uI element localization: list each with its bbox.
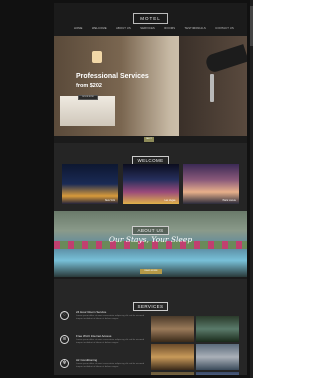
about-heading: ABOUT US bbox=[132, 226, 169, 235]
about-section: ABOUT US Our Stays, Your Sleep READ MORE bbox=[54, 211, 247, 277]
service-title: Free Wi-Fi Internet Access bbox=[76, 334, 112, 338]
service-title: Air Conditioning bbox=[76, 358, 98, 362]
welcome-section: WELCOME New York Las Vegas Paris Louvre bbox=[54, 143, 247, 211]
service-item: ≋ Free Wi-Fi Internet Access Lorem ipsum… bbox=[58, 333, 148, 357]
nav-item-welcome[interactable]: WELCOME bbox=[92, 27, 107, 30]
hero-title: Professional Services bbox=[76, 73, 149, 80]
main-nav: HOME WELCOME ABOUT US SERVICES ROOMS TES… bbox=[74, 27, 234, 30]
service-item: ✻ Air Conditioning Lorem ipsum dolor sit… bbox=[58, 357, 148, 375]
city-card-label: New York bbox=[104, 199, 115, 202]
services-section: SERVICES ♡ 24 Hour Room Service Lorem ip… bbox=[54, 279, 247, 375]
snowflake-icon: ✻ bbox=[60, 359, 69, 368]
logo-wrap: MOTEL bbox=[54, 7, 247, 25]
slider-next-button[interactable]: NEXT bbox=[144, 137, 154, 142]
nav-item-home[interactable]: HOME bbox=[74, 27, 83, 30]
wifi-icon: ≋ bbox=[60, 335, 69, 344]
nav-item-about[interactable]: ABOUT US bbox=[116, 27, 131, 30]
nav-item-rooms[interactable]: ROOMS bbox=[164, 27, 175, 30]
service-title: 24 Hour Room Service bbox=[76, 310, 107, 314]
logo[interactable]: MOTEL bbox=[133, 13, 168, 24]
gallery-image[interactable] bbox=[196, 344, 239, 370]
book-now-button[interactable]: BOOK NOW bbox=[78, 95, 98, 100]
welcome-cards: New York Las Vegas Paris Louvre bbox=[62, 164, 239, 204]
service-text: Lorem ipsum dolor sit amet consectetur a… bbox=[76, 363, 145, 368]
city-card-label: Las Vegas bbox=[164, 199, 176, 202]
city-card[interactable]: Las Vegas bbox=[122, 164, 179, 204]
motel-page: MOTEL HOME WELCOME ABOUT US SERVICES ROO… bbox=[54, 3, 247, 375]
gallery-image[interactable] bbox=[151, 344, 194, 370]
nav-item-testimonials[interactable]: TESTIMONIALS bbox=[185, 27, 206, 30]
service-text: Lorem ipsum dolor sit amet consectetur a… bbox=[76, 315, 145, 320]
services-gallery bbox=[151, 316, 239, 375]
city-card-label: Paris Louvre bbox=[222, 199, 236, 202]
read-more-button[interactable]: READ MORE bbox=[140, 269, 162, 274]
gallery-image[interactable] bbox=[196, 316, 239, 342]
service-text: Lorem ipsum dolor sit amet consectetur a… bbox=[76, 339, 145, 344]
services-list: ♡ 24 Hour Room Service Lorem ipsum dolor… bbox=[58, 309, 148, 375]
hero-bed-image bbox=[60, 96, 115, 126]
page-margin bbox=[253, 0, 288, 378]
gallery-image[interactable] bbox=[151, 316, 194, 342]
hero-lamp-image bbox=[92, 51, 102, 63]
heart-icon: ♡ bbox=[60, 311, 69, 320]
city-card[interactable]: New York bbox=[62, 164, 118, 204]
nav-item-services[interactable]: SERVICES bbox=[140, 27, 155, 30]
nav-item-contact[interactable]: CONTACT US bbox=[215, 27, 234, 30]
door-handle-image bbox=[210, 74, 214, 102]
city-card[interactable]: Paris Louvre bbox=[183, 164, 239, 204]
service-item: ♡ 24 Hour Room Service Lorem ipsum dolor… bbox=[58, 309, 148, 333]
about-tagline: Our Stays, Your Sleep bbox=[108, 235, 193, 244]
hero-subtitle: from $202 bbox=[76, 83, 102, 89]
gallery-image[interactable] bbox=[151, 372, 194, 375]
gallery-image[interactable] bbox=[196, 372, 239, 375]
